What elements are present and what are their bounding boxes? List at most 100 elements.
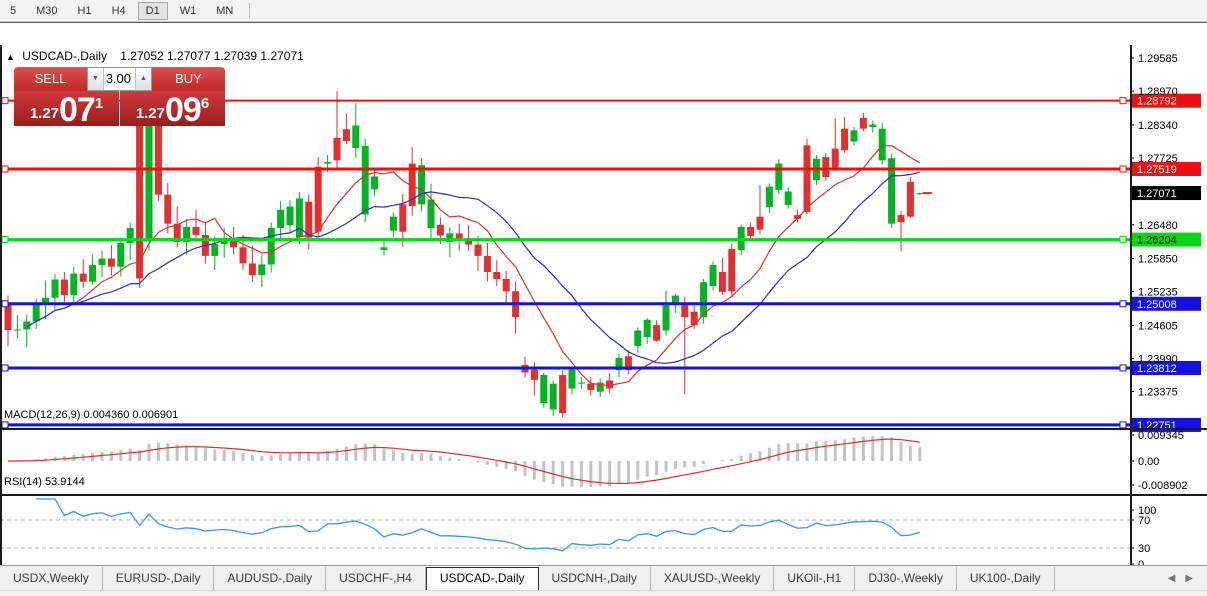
candlestick: [51, 279, 59, 298]
line-handle[interactable]: [1, 236, 9, 244]
candlestick: [277, 209, 285, 228]
line-handle[interactable]: [1, 165, 9, 173]
volume-input[interactable]: 3.00: [104, 68, 135, 90]
sell-price-main: 07: [59, 91, 96, 129]
candlestick: [878, 128, 886, 161]
line-handle[interactable]: [1119, 165, 1127, 173]
candlestick: [145, 124, 153, 241]
chart-tab-usdx[interactable]: USDX,Weekly: [0, 567, 103, 590]
candlestick: [568, 369, 576, 389]
line-handle[interactable]: [1119, 300, 1127, 308]
chart-tab-ukoil[interactable]: UKOil-,H1: [774, 567, 856, 590]
candlestick: [314, 166, 322, 232]
timeframe-5[interactable]: 5: [2, 2, 24, 20]
macd-tick-label: 0.00: [1138, 456, 1159, 468]
candlestick: [295, 198, 303, 238]
price-tick-label: 1.25235: [1138, 287, 1178, 299]
candlestick: [305, 201, 313, 238]
volume-decrease-icon[interactable]: ▼: [88, 68, 104, 90]
sell-button[interactable]: SELL: [14, 67, 87, 91]
candlestick: [643, 319, 651, 337]
candlestick: [718, 272, 726, 292]
candlestick: [559, 375, 567, 414]
candlestick: [747, 226, 755, 237]
candlestick: [164, 194, 172, 224]
candlestick: [267, 227, 275, 265]
line-handle[interactable]: [1, 421, 9, 429]
candlestick: [380, 247, 388, 250]
candlestick: [577, 382, 585, 384]
chart-tab-uk100[interactable]: UK100-,Daily: [957, 567, 1055, 590]
line-handle[interactable]: [1119, 236, 1127, 244]
candlestick: [493, 272, 501, 279]
candlestick: [653, 325, 661, 341]
candlestick: [474, 244, 482, 256]
price-level-value: 1.25008: [1137, 299, 1177, 311]
timeframe-w1[interactable]: W1: [172, 2, 205, 20]
candlestick: [756, 216, 764, 230]
macd-tick-label: 0.009345: [1138, 430, 1184, 442]
chart-tab-eurusd[interactable]: EURUSD-,Daily: [103, 567, 215, 590]
line-handle[interactable]: [1119, 421, 1127, 429]
price-level-value: 1.27519: [1137, 164, 1177, 176]
candlestick: [333, 137, 341, 161]
line-handle[interactable]: [1119, 97, 1127, 105]
candlestick: [79, 273, 87, 282]
chart-window: 1.28792 1.27519 1.26204 1.25008 1.23812 1.227…: [0, 22, 1207, 588]
ohlc-values: 1.27052 1.27077 1.27039 1.27071: [120, 49, 304, 63]
buy-button[interactable]: BUY: [152, 67, 225, 91]
candlestick: [869, 124, 877, 128]
price-tick-label: 1.23375: [1138, 386, 1178, 398]
chart-tab-usdcnh[interactable]: USDCNH-,Daily: [539, 567, 651, 590]
candlestick: [361, 145, 369, 215]
pane-divider[interactable]: [0, 428, 1207, 430]
tab-scroll-right-icon[interactable]: ▶: [1185, 573, 1193, 584]
candlestick: [324, 161, 332, 164]
candlestick: [765, 186, 773, 208]
buy-price-prefix: 1.27: [135, 105, 166, 122]
candlestick: [60, 279, 68, 296]
chart-tab-xauusd[interactable]: XAUUSD-,Weekly: [651, 567, 775, 590]
tab-scroll-left-icon[interactable]: ◀: [1168, 573, 1176, 584]
candlestick: [502, 278, 510, 292]
candlestick: [107, 258, 115, 267]
timeframe-toolbar: 5 M30 H1 H4 D1 W1 MN: [0, 0, 1207, 22]
chart-title: ▲ USDCAD-,Daily 1.27052 1.27077 1.27039 …: [6, 49, 304, 63]
candlestick: [32, 304, 40, 322]
line-handle[interactable]: [1, 300, 9, 308]
candlestick: [728, 248, 736, 292]
price-tick-label: 1.25850: [1138, 254, 1178, 266]
timeframe-d1[interactable]: D1: [137, 1, 168, 20]
sell-price[interactable]: 1.27 07 1: [14, 91, 119, 129]
candlestick: [192, 226, 200, 235]
candlestick: [258, 264, 266, 276]
chart-left-border: [0, 45, 2, 570]
timeframe-m30[interactable]: M30: [28, 2, 65, 20]
candlestick: [841, 128, 849, 151]
volume-increase-icon[interactable]: ▲: [135, 68, 151, 90]
line-handle[interactable]: [1119, 364, 1127, 372]
bottom-strip: [0, 590, 1207, 596]
rsi-tick-label: 70: [1138, 515, 1150, 527]
chart-tab-usdchf[interactable]: USDCHF-,H4: [326, 567, 426, 590]
timeframe-h4[interactable]: H4: [104, 2, 134, 20]
candlestick: [70, 273, 78, 296]
sell-price-pip: 1: [94, 95, 104, 112]
pane-divider[interactable]: [0, 494, 1207, 496]
candlestick: [634, 330, 642, 347]
one-click-trading-panel: SELL ▼ 3.00 ▲ BUY 1.27 07 1 1.27 09 6: [14, 67, 225, 129]
chart-tab-dj30[interactable]: DJ30-,Weekly: [855, 567, 957, 590]
line-handle[interactable]: [1, 97, 9, 105]
candlestick: [371, 176, 379, 190]
timeframe-h1[interactable]: H1: [70, 2, 100, 20]
candlestick: [89, 265, 97, 282]
line-handle[interactable]: [1, 364, 9, 372]
chart-tab-audusd[interactable]: AUDUSD-,Daily: [214, 567, 327, 590]
candlestick: [342, 129, 350, 142]
timeframe-mn[interactable]: MN: [208, 2, 241, 20]
candlestick: [831, 148, 839, 169]
buy-price[interactable]: 1.27 09 6: [120, 91, 225, 127]
chart-tab-usdcad[interactable]: USDCAD-,Daily: [425, 567, 539, 590]
collapse-icon[interactable]: ▲: [6, 52, 15, 62]
sell-price-prefix: 1.27: [29, 105, 60, 122]
